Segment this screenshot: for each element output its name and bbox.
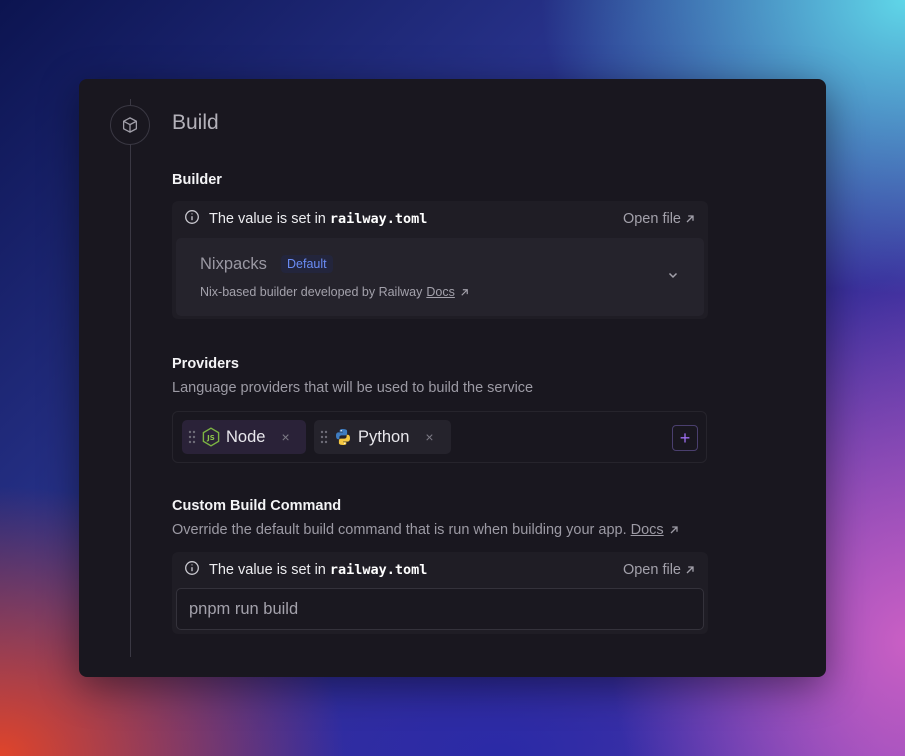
notice-text: The value is set in railway.toml bbox=[209, 211, 428, 227]
arrow-up-right-icon bbox=[686, 566, 694, 574]
builder-panel: The value is set in railway.toml Open fi… bbox=[172, 201, 708, 319]
svg-text:JS: JS bbox=[206, 434, 215, 442]
arrow-up-right-icon bbox=[686, 215, 694, 223]
builder-docs-link[interactable]: Docs bbox=[426, 285, 454, 299]
arrow-up-right-icon bbox=[461, 288, 468, 296]
info-icon bbox=[184, 209, 200, 230]
python-icon bbox=[336, 429, 350, 445]
open-file-link[interactable]: Open file bbox=[623, 562, 696, 578]
builder-description: Nix-based builder developed by Railway D… bbox=[200, 285, 470, 299]
custom-build-description: Override the default build command that … bbox=[172, 522, 680, 538]
custom-build-panel: The value is set in railway.toml Open fi… bbox=[172, 552, 708, 634]
open-file-label[interactable]: Open file bbox=[623, 562, 681, 578]
provider-chip-python[interactable]: Python × bbox=[314, 420, 451, 454]
providers-label: Providers bbox=[172, 356, 239, 372]
builder-label: Builder bbox=[172, 172, 222, 188]
info-icon bbox=[184, 560, 200, 581]
drag-handle-icon[interactable] bbox=[188, 430, 196, 444]
nodejs-icon: JS bbox=[202, 427, 220, 447]
builder-select[interactable]: Nixpacks Default Nix-based builder devel… bbox=[176, 238, 704, 316]
notice-filename: railway.toml bbox=[329, 211, 428, 227]
cube-icon bbox=[110, 105, 150, 145]
provider-name: Node bbox=[226, 427, 266, 446]
providers-description: Language providers that will be used to … bbox=[172, 380, 534, 396]
provider-chip-node[interactable]: JS Node × bbox=[182, 420, 306, 454]
arrow-up-right-icon bbox=[670, 526, 678, 534]
default-badge: Default bbox=[281, 255, 333, 273]
open-file-label[interactable]: Open file bbox=[623, 211, 681, 227]
custom-build-docs-link[interactable]: Docs bbox=[631, 522, 664, 538]
add-provider-button[interactable]: + bbox=[672, 425, 698, 451]
open-file-link[interactable]: Open file bbox=[623, 211, 696, 227]
build-command-input[interactable]: pnpm run build bbox=[176, 588, 704, 630]
remove-provider-button[interactable]: × bbox=[281, 429, 289, 445]
section-title: Build bbox=[172, 111, 219, 134]
providers-list: JS Node × Python × + bbox=[172, 411, 707, 463]
builder-config-notice: The value is set in railway.toml Open fi… bbox=[172, 201, 708, 237]
provider-name: Python bbox=[358, 427, 410, 446]
chevron-down-icon[interactable] bbox=[666, 268, 680, 282]
custom-build-config-notice: The value is set in railway.toml Open fi… bbox=[172, 552, 708, 588]
build-settings-card: Build Builder The value is set in railwa… bbox=[79, 79, 826, 677]
notice-text: The value is set in railway.toml bbox=[209, 562, 428, 578]
remove-provider-button[interactable]: × bbox=[425, 429, 433, 445]
timeline-rail bbox=[130, 99, 131, 657]
custom-build-label: Custom Build Command bbox=[172, 498, 342, 514]
notice-filename: railway.toml bbox=[329, 562, 428, 578]
builder-name: Nixpacks bbox=[200, 255, 267, 273]
drag-handle-icon[interactable] bbox=[320, 430, 328, 444]
